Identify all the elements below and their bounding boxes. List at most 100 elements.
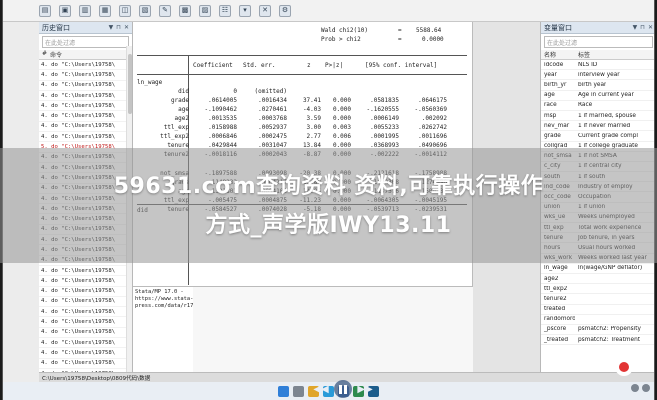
- variable-row[interactable]: _pscore psmatch2: Propensity: [541, 325, 654, 336]
- variable-row[interactable]: treated: [541, 305, 654, 315]
- history-item[interactable]: 4. do "C:\Users\19758\: [39, 307, 132, 318]
- history-item[interactable]: 4. do "C:\Users\19758\: [39, 276, 132, 287]
- variable-row[interactable]: race Race: [541, 101, 654, 111]
- cell-z: 2.77: [306, 133, 321, 140]
- log-icon[interactable]: ▦: [99, 4, 111, 17]
- variable-name: treated: [544, 306, 566, 313]
- variable-name: age: [544, 92, 555, 99]
- cell-z: -4.03: [302, 106, 321, 113]
- more-icon[interactable]: ▾: [239, 4, 251, 17]
- cell-p: 0.000: [332, 97, 351, 104]
- coefficient-row: age2 .0013535 .0003768 3.59 0.000 .0006149 .00…: [137, 115, 467, 124]
- history-item[interactable]: 4. do "C:\Users\19758\: [39, 266, 132, 277]
- history-item[interactable]: 4. do "C:\Users\19758\: [39, 60, 132, 71]
- break-icon[interactable]: ✕: [259, 4, 271, 17]
- variable-label: birth year: [578, 81, 607, 88]
- variable-row[interactable]: ttl_exp2: [541, 284, 654, 295]
- cell-var: ttl_exp2: [160, 133, 189, 140]
- variables-manager-icon[interactable]: ☷: [219, 4, 231, 17]
- history-item[interactable]: 4. do "C:\Users\19758\: [39, 359, 132, 369]
- variables-filter-input[interactable]: 在此处过滤: [544, 36, 653, 48]
- history-title-bar: 历史窗口 ▼ ⊓ ✕: [39, 22, 132, 34]
- history-item[interactable]: 4. do "C:\Users\19758\: [39, 111, 132, 122]
- pause-button[interactable]: [334, 380, 352, 398]
- variable-label: Current grade compl: [578, 132, 638, 139]
- cell-hi: .0262742: [418, 124, 447, 131]
- cell-se: .0016434: [258, 97, 287, 104]
- rewind-icon[interactable]: ◀◀: [313, 382, 328, 396]
- variables-col-name: 名称: [544, 52, 557, 59]
- cell-lo: .0001995: [370, 133, 399, 140]
- variable-row[interactable]: nev_mar 1 if never married: [541, 121, 654, 132]
- print-icon[interactable]: ▥: [79, 4, 91, 17]
- pin-icon[interactable]: ⊓: [640, 24, 645, 31]
- history-item[interactable]: 4. do "C:\Users\19758\: [39, 317, 132, 328]
- working-directory: C:\Users\19758\Desktop\0809代码\数据: [42, 375, 151, 382]
- variable-row[interactable]: msp 1 if married, spouse: [541, 111, 654, 122]
- settings-icon[interactable]: ⚙: [279, 4, 291, 17]
- start-icon[interactable]: [278, 385, 289, 397]
- history-item[interactable]: 4. do "C:\Users\19758\: [39, 101, 132, 112]
- data-editor-icon[interactable]: ▩: [179, 4, 191, 17]
- pin-icon[interactable]: ⊓: [116, 24, 121, 31]
- history-item[interactable]: 4. do "C:\Users\19758\: [39, 122, 132, 133]
- variable-row[interactable]: birth_yr birth year: [541, 80, 654, 91]
- variable-label: psmatch2: Treatment: [578, 336, 641, 343]
- cell-se: .0270461: [258, 106, 287, 113]
- variable-label: NLS ID: [578, 61, 598, 68]
- variables-col-label: 标签: [578, 52, 591, 59]
- cell-lo: -.1620555: [366, 106, 399, 113]
- record-badge-icon[interactable]: [615, 358, 633, 376]
- network-icon[interactable]: [631, 384, 639, 392]
- volume-icon[interactable]: [642, 384, 650, 392]
- close-icon[interactable]: ✕: [648, 24, 653, 31]
- data-browser-icon[interactable]: ▨: [199, 4, 211, 17]
- save-icon[interactable]: ▣: [59, 4, 71, 17]
- history-item[interactable]: 4. do "C:\Users\19758\: [39, 348, 132, 359]
- filter-icon[interactable]: ▼: [109, 24, 114, 31]
- history-title: 历史窗口: [42, 23, 70, 32]
- history-item[interactable]: 4. do "C:\Users\19758\: [39, 338, 132, 349]
- command-input[interactable]: [193, 286, 473, 372]
- cell-coef: 0: [233, 88, 237, 95]
- variable-row[interactable]: tenure2: [541, 294, 654, 305]
- variable-row[interactable]: ln_wage ln(wage/GNP deflator): [541, 264, 654, 274]
- variable-row[interactable]: age Age in current year: [541, 91, 654, 101]
- history-item[interactable]: 4. do "C:\Users\19758\: [39, 81, 132, 91]
- cell-lo: .0581835: [370, 97, 399, 104]
- variable-row[interactable]: randomorder: [541, 315, 654, 325]
- cell-hi: .002092: [421, 115, 447, 122]
- history-item[interactable]: 4. do "C:\Users\19758\: [39, 132, 132, 143]
- forward-icon[interactable]: ▶▶: [357, 382, 372, 396]
- cell-hi: -.0560369: [414, 106, 447, 113]
- history-filter-input[interactable]: 在此处过滤: [42, 36, 129, 48]
- history-col-cmd: 命令: [50, 52, 63, 59]
- open-icon[interactable]: ▤: [39, 4, 51, 17]
- variable-row[interactable]: idcode NLS ID: [541, 60, 654, 71]
- history-item[interactable]: 4. do "C:\Users\19758\: [39, 328, 132, 339]
- variable-name: ln_wage: [544, 265, 568, 272]
- variable-name: _treated: [544, 336, 569, 343]
- cell-z: 3.00: [306, 124, 321, 131]
- filter-icon[interactable]: ▼: [633, 24, 638, 31]
- variable-row[interactable]: grade Current grade compl: [541, 131, 654, 142]
- variable-row[interactable]: _treated psmatch2: Treatment: [541, 335, 654, 346]
- cell-se: .0052937: [258, 124, 287, 131]
- cell-var: age2: [174, 115, 189, 122]
- header-z: z: [307, 62, 311, 69]
- variable-row[interactable]: age2: [541, 274, 654, 285]
- history-item[interactable]: 4. do "C:\Users\19758\: [39, 70, 132, 81]
- history-item[interactable]: 4. do "C:\Users\19758\: [39, 91, 132, 102]
- cell-var: did: [178, 88, 189, 95]
- variable-row[interactable]: year interview year: [541, 70, 654, 81]
- do-file-editor-icon[interactable]: ✎: [159, 4, 171, 17]
- graph-icon[interactable]: ▧: [139, 4, 151, 17]
- system-tray: [631, 384, 650, 392]
- viewer-icon[interactable]: ◫: [119, 4, 131, 17]
- command-output: Stata/MP 17.0 - https://www.stata-press.…: [133, 286, 193, 372]
- history-item[interactable]: 4. do "C:\Users\19758\: [39, 297, 132, 308]
- variable-label: Age in current year: [578, 92, 634, 99]
- history-item[interactable]: 4. do "C:\Users\19758\: [39, 287, 132, 297]
- cell-hi: .0011696: [418, 133, 447, 140]
- close-icon[interactable]: ✕: [124, 24, 129, 31]
